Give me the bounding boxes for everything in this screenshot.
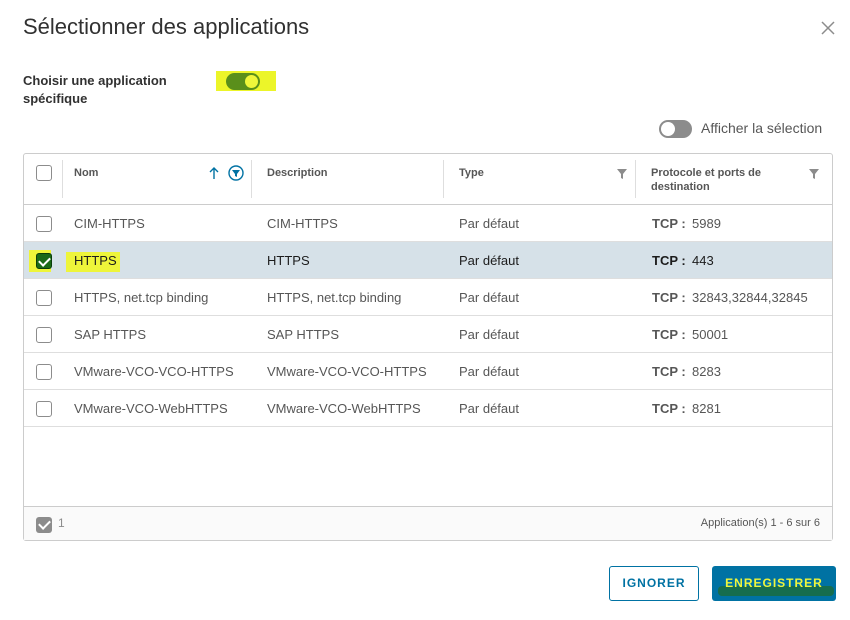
cell-name: HTTPS, net.tcp binding xyxy=(74,290,209,305)
column-separator xyxy=(635,160,636,198)
cell-name: HTTPS xyxy=(74,253,117,268)
cell-protocol: TCP : xyxy=(652,216,686,231)
cell-name: VMware-VCO-VCO-HTTPS xyxy=(74,364,234,379)
row-checkbox[interactable] xyxy=(36,290,52,306)
row-checkbox[interactable] xyxy=(36,364,52,380)
save-button[interactable]: ENREGISTRER xyxy=(712,566,836,601)
toggle-knob xyxy=(661,122,675,136)
cell-port: 443 xyxy=(692,253,714,268)
cell-protocol: TCP : xyxy=(652,253,686,268)
row-checkbox[interactable] xyxy=(36,216,52,232)
cell-description: VMware-VCO-VCO-HTTPS xyxy=(267,364,427,379)
cell-name: CIM-HTTPS xyxy=(74,216,145,231)
column-separator xyxy=(443,160,444,198)
table-row[interactable]: HTTPS, net.tcp binding HTTPS, net.tcp bi… xyxy=(24,279,832,316)
column-header-description[interactable]: Description xyxy=(267,154,437,205)
cell-protocol: TCP : xyxy=(652,401,686,416)
dialog-title: Sélectionner des applications xyxy=(23,14,310,39)
cell-description: SAP HTTPS xyxy=(267,327,340,342)
show-selection-toggle[interactable] xyxy=(659,120,692,138)
selected-count-checkbox-icon xyxy=(36,517,52,533)
table-row[interactable]: VMware-VCO-WebHTTPS VMware-VCO-WebHTTPS … xyxy=(24,390,832,427)
cell-port: 8281 xyxy=(692,401,721,416)
table-row-selected[interactable]: HTTPS HTTPS Par défaut TCP : 443 xyxy=(24,242,832,279)
column-header-protocol[interactable]: Protocole et ports de destination xyxy=(651,154,801,205)
table-row[interactable]: SAP HTTPS SAP HTTPS Par défaut TCP : 500… xyxy=(24,316,832,353)
cell-name: SAP HTTPS xyxy=(74,327,147,342)
row-checkbox-checked[interactable] xyxy=(36,253,52,269)
row-checkbox[interactable] xyxy=(36,401,52,417)
cell-port: 5989 xyxy=(692,216,721,231)
cell-protocol: TCP : xyxy=(652,364,686,379)
ignore-button[interactable]: IGNORER xyxy=(609,566,699,601)
cell-port: 32843,32844,32845 xyxy=(692,290,808,305)
column-header-type[interactable]: Type xyxy=(459,154,609,205)
specific-application-label: Choisir une application spécifique xyxy=(23,73,167,106)
cell-type: Par défaut xyxy=(459,327,519,342)
filter-icon[interactable] xyxy=(617,169,627,179)
grid-header: Nom Description Type Protocole et ports … xyxy=(24,154,832,205)
filter-active-icon[interactable] xyxy=(228,165,244,181)
cell-type: Par défaut xyxy=(459,216,519,231)
toggle-knob xyxy=(245,75,258,88)
column-separator xyxy=(251,160,252,198)
pagination-text: Application(s) 1 - 6 sur 6 xyxy=(700,517,820,529)
grid-footer: 1 Application(s) 1 - 6 sur 6 xyxy=(24,506,832,540)
select-all-checkbox[interactable] xyxy=(36,165,52,181)
cell-type: Par défaut xyxy=(459,401,519,416)
table-row[interactable]: CIM-HTTPS CIM-HTTPS Par défaut TCP : 598… xyxy=(24,205,832,242)
selected-count: 1 xyxy=(58,516,65,530)
cell-description: VMware-VCO-WebHTTPS xyxy=(267,401,421,416)
applications-grid: Nom Description Type Protocole et ports … xyxy=(23,153,833,541)
save-button-label: ENREGISTRER xyxy=(725,576,823,590)
row-checkbox[interactable] xyxy=(36,327,52,343)
cell-description: HTTPS xyxy=(267,253,310,268)
cell-type: Par défaut xyxy=(459,253,519,268)
specific-application-toggle[interactable] xyxy=(226,73,260,90)
cell-protocol: TCP : xyxy=(652,290,686,305)
cell-description: CIM-HTTPS xyxy=(267,216,338,231)
filter-icon[interactable] xyxy=(809,169,819,179)
cell-name: VMware-VCO-WebHTTPS xyxy=(74,401,228,416)
cell-port: 8283 xyxy=(692,364,721,379)
cell-type: Par défaut xyxy=(459,290,519,305)
cell-type: Par défaut xyxy=(459,364,519,379)
cell-description: HTTPS, net.tcp binding xyxy=(267,290,402,305)
show-selection-label: Afficher la sélection xyxy=(701,120,823,136)
column-separator xyxy=(62,160,63,198)
close-icon[interactable] xyxy=(818,18,838,38)
table-row[interactable]: VMware-VCO-VCO-HTTPS VMware-VCO-VCO-HTTP… xyxy=(24,353,832,390)
cell-protocol: TCP : xyxy=(652,327,686,342)
sort-ascending-icon[interactable] xyxy=(208,166,220,180)
column-header-name[interactable]: Nom xyxy=(74,154,204,205)
cell-port: 50001 xyxy=(692,327,729,342)
